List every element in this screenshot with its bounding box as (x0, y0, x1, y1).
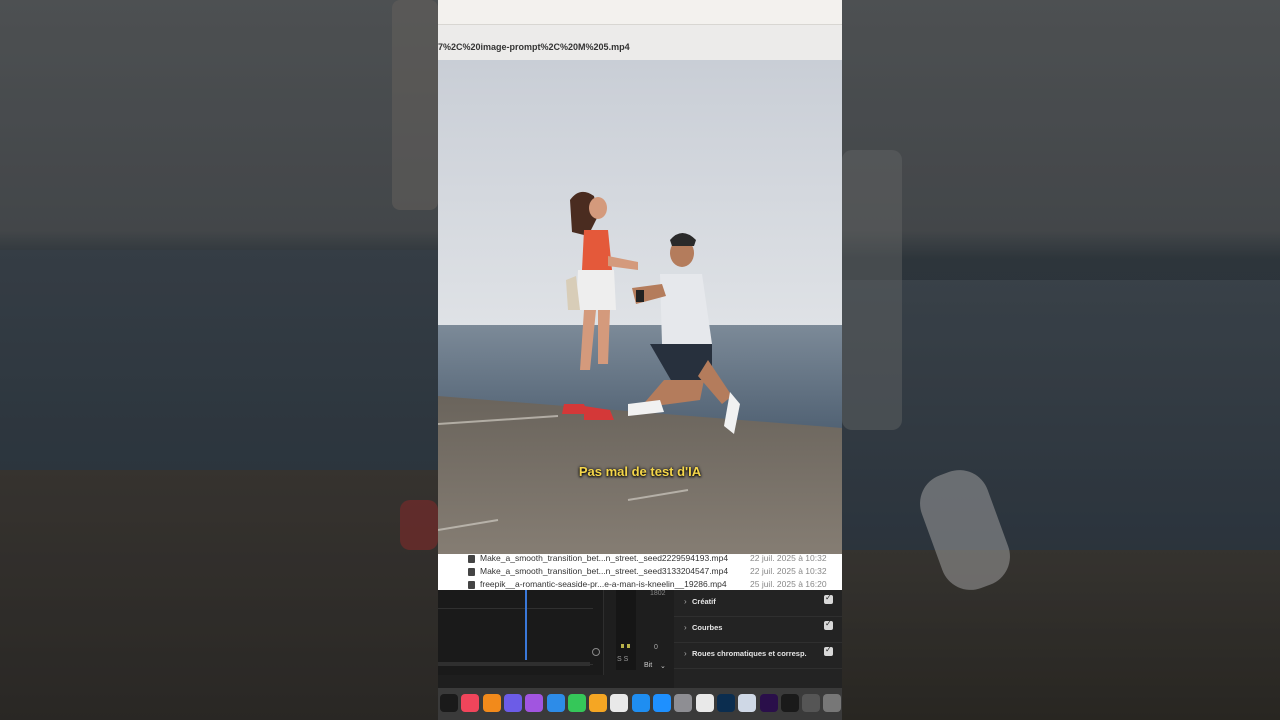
podcasts-icon[interactable] (525, 694, 544, 712)
audio-channel-label: S S (617, 656, 629, 663)
video-file-icon (468, 568, 475, 576)
timeline-scrollbar[interactable] (438, 662, 590, 666)
file-date: 25 juil. 2025 à 16:20 (750, 579, 827, 589)
editor-panels: S S 1802 0 Bit ⌄ › Créatif › Courbes › R… (438, 590, 842, 688)
timeline-panel[interactable] (438, 590, 604, 675)
photoshop-icon[interactable] (716, 694, 735, 712)
playhead[interactable] (525, 590, 527, 660)
effect-section-label: Courbes (692, 623, 723, 632)
audio-level-right (627, 644, 630, 648)
chevron-right-icon[interactable]: › (684, 597, 687, 606)
scale-zero-value: 0 (654, 644, 658, 651)
music-icon[interactable] (461, 694, 480, 712)
file-row[interactable]: Make_a_smooth_transition_bet...n_street.… (438, 565, 842, 578)
effect-section-label: Roues chromatiques et corresp. (692, 649, 807, 658)
bit-depth-select[interactable]: Bit (644, 662, 652, 669)
menu-bar (438, 0, 842, 25)
keynote-icon[interactable] (546, 694, 565, 712)
apple-tv-icon[interactable] (440, 694, 458, 712)
timeline-track (438, 608, 593, 665)
vlc-icon[interactable] (482, 694, 501, 712)
effect-section-label: Créatif (692, 597, 716, 606)
star-icon[interactable] (503, 694, 522, 712)
file-list: Make_a_smooth_transition_bet...n_street.… (438, 554, 842, 590)
effect-enable-checkbox[interactable] (824, 619, 833, 630)
preview-icon[interactable] (738, 694, 757, 712)
file-name: Make_a_smooth_transition_bet...n_street.… (480, 566, 729, 576)
video-frame (438, 60, 842, 554)
chevron-down-icon[interactable]: ⌄ (660, 662, 666, 670)
file-name: freepik__a-romantic-seaside-pr...e-a-man… (480, 579, 727, 589)
file-row[interactable]: freepik__a-romantic-seaside-pr...e-a-man… (438, 578, 842, 590)
video-file-icon (468, 581, 475, 589)
timeline-zoom-handle[interactable] (592, 648, 600, 656)
effect-section-courbes[interactable]: › Courbes (674, 616, 842, 643)
safari-icon[interactable] (653, 694, 671, 712)
folder-icon[interactable] (780, 694, 799, 712)
chevron-right-icon[interactable]: › (684, 649, 687, 658)
dock (438, 688, 842, 720)
chevron-right-icon[interactable]: › (684, 623, 687, 632)
file-row[interactable]: Make_a_smooth_transition_bet...n_street.… (438, 554, 842, 565)
system-settings-icon[interactable] (674, 694, 693, 712)
chrome-alt-icon[interactable] (695, 694, 714, 712)
scale-top-value: 1802 (650, 590, 666, 597)
effect-section-creatif[interactable]: › Créatif (674, 590, 842, 617)
numbers-icon[interactable] (567, 694, 586, 712)
tool-icon[interactable] (802, 694, 821, 712)
pages-icon[interactable] (589, 694, 608, 712)
premiere-icon[interactable] (759, 694, 778, 712)
file-date: 22 juil. 2025 à 10:32 (750, 554, 827, 563)
window-titlebar: 7%2C%20image-prompt%2C%20M%205.mp4 (438, 25, 842, 61)
video-preview[interactable]: Pas mal de test d'IA (438, 60, 842, 554)
audio-meter: S S (616, 590, 636, 670)
effect-enable-checkbox[interactable] (824, 645, 833, 656)
effect-section-roues[interactable]: › Roues chromatiques et corresp. (674, 642, 842, 669)
audio-level-left (621, 644, 624, 648)
app-store-icon[interactable] (631, 694, 650, 712)
video-file-icon (468, 555, 475, 563)
chrome-icon[interactable] (610, 694, 629, 712)
effects-panel: › Créatif › Courbes › Roues chromatiques… (674, 590, 842, 688)
video-subtitle: Pas mal de test d'IA (578, 464, 702, 479)
trash-icon[interactable] (823, 694, 842, 712)
meter-scale: 1802 0 Bit ⌄ (638, 590, 672, 675)
file-date: 22 juil. 2025 à 10:32 (750, 566, 827, 576)
effect-enable-checkbox[interactable] (824, 593, 833, 604)
window-title: 7%2C%20image-prompt%2C%20M%205.mp4 (438, 42, 630, 52)
screen-recording: 7%2C%20image-prompt%2C%20M%205.mp4 Pas m… (438, 0, 842, 720)
file-name: Make_a_smooth_transition_bet...n_street.… (480, 554, 729, 563)
